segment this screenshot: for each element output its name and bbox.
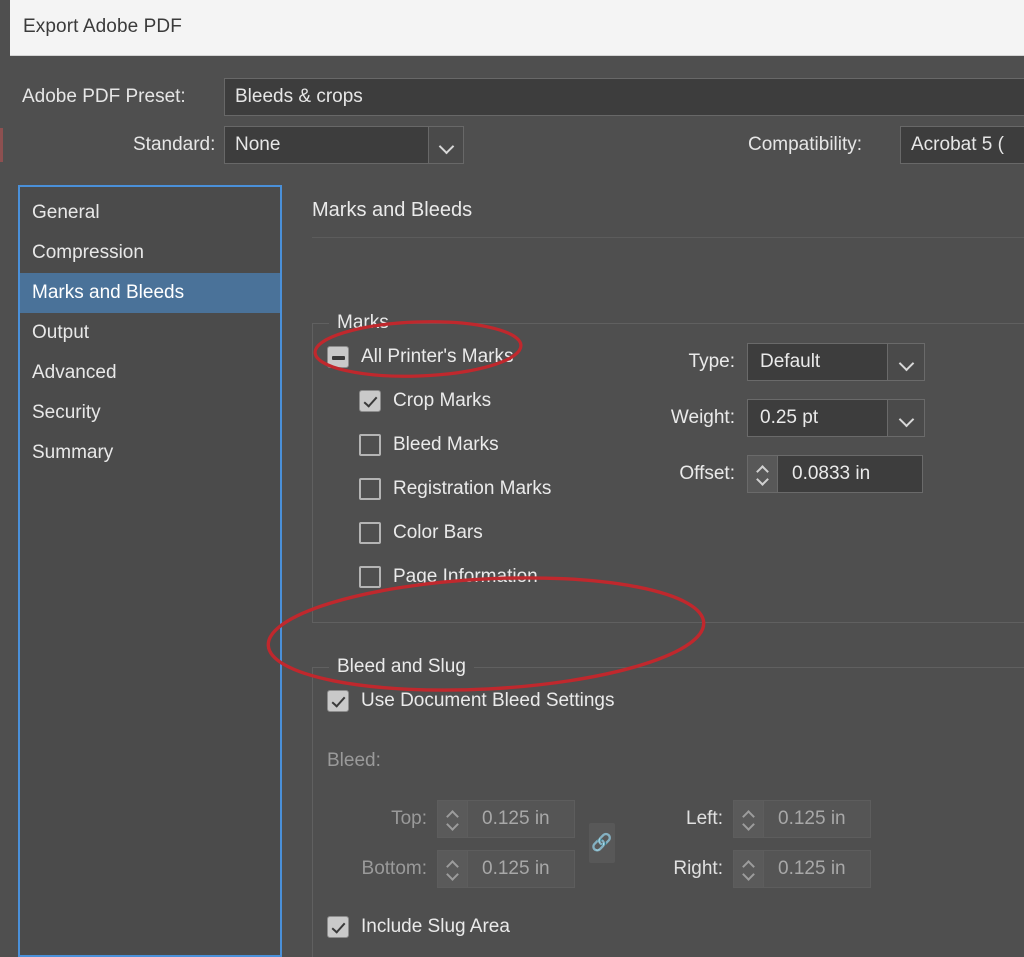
export-adobe-pdf-dialog: Export Adobe PDF Adobe PDF Preset: Bleed… [0, 0, 1024, 957]
stepper-buttons [437, 850, 467, 888]
bleed-top-label: Top: [365, 808, 427, 830]
checkbox-label: Registration Marks [393, 478, 551, 500]
checkbox-page-information[interactable]: Page Information [359, 566, 538, 588]
stepper-down-icon [447, 872, 458, 879]
checkbox-unchecked-icon [359, 566, 381, 588]
standard-label: Standard: [133, 134, 215, 156]
checkbox-label: Page Information [393, 566, 538, 588]
compatibility-label: Compatibility: [748, 134, 862, 156]
bleed-top-value: 0.125 in [467, 800, 575, 838]
chevron-down-icon [900, 358, 913, 366]
sidebar-item-summary[interactable]: Summary [20, 433, 280, 473]
stepper-up-icon[interactable] [757, 465, 768, 472]
marks-group: Marks All Printer's Marks Crop Marks Ble… [312, 323, 1024, 623]
settings-category-list[interactable]: General Compression Marks and Bleeds Out… [18, 185, 282, 957]
checkbox-color-bars[interactable]: Color Bars [359, 522, 483, 544]
checkbox-unchecked-icon [359, 478, 381, 500]
offset-value[interactable]: 0.0833 in [777, 455, 923, 493]
weight-value: 0.25 pt [747, 399, 887, 437]
checkbox-include-slug-area[interactable]: Include Slug Area [327, 916, 510, 938]
sidebar-item-security[interactable]: Security [20, 393, 280, 433]
stepper-buttons[interactable] [747, 455, 777, 493]
bleed-bottom-label: Bottom: [327, 858, 427, 880]
sidebar-item-marks-and-bleeds[interactable]: Marks and Bleeds [20, 273, 280, 313]
bleed-right-label: Right: [643, 858, 723, 880]
dialog-title: Export Adobe PDF [23, 16, 182, 38]
stepper-buttons [733, 850, 763, 888]
weight-label: Weight: [643, 407, 735, 429]
bleed-left-label: Left: [661, 808, 723, 830]
bleed-top-stepper: 0.125 in [437, 800, 575, 838]
bleed-bottom-value: 0.125 in [467, 850, 575, 888]
checkbox-bleed-marks[interactable]: Bleed Marks [359, 434, 499, 456]
checkbox-label: Include Slug Area [361, 916, 510, 938]
checkbox-unchecked-icon [359, 522, 381, 544]
chevron-down-icon [440, 141, 453, 149]
bleed-label: Bleed: [327, 750, 381, 772]
bleed-left-value: 0.125 in [763, 800, 871, 838]
stepper-down-icon [743, 822, 754, 829]
offset-label: Offset: [653, 463, 735, 485]
marks-group-legend: Marks [329, 312, 397, 334]
checkbox-use-document-bleed-settings[interactable]: Use Document Bleed Settings [327, 690, 614, 712]
stepper-buttons [437, 800, 467, 838]
stepper-up-icon [743, 860, 754, 867]
sidebar-item-output[interactable]: Output [20, 313, 280, 353]
weight-dropdown-button[interactable] [887, 399, 925, 437]
stepper-up-icon [743, 810, 754, 817]
checkbox-indeterminate-icon [327, 346, 349, 368]
checkbox-registration-marks[interactable]: Registration Marks [359, 478, 551, 500]
bleed-bottom-stepper: 0.125 in [437, 850, 575, 888]
bleed-and-slug-group: Bleed and Slug Use Document Bleed Settin… [312, 667, 1024, 957]
compatibility-select[interactable]: Acrobat 5 ( [900, 126, 1024, 164]
checkbox-crop-marks[interactable]: Crop Marks [359, 390, 491, 412]
standard-row: Standard: None Compatibility: Acrobat 5 … [10, 126, 1024, 164]
type-select[interactable]: Default [747, 343, 925, 381]
bleed-left-stepper: 0.125 in [733, 800, 871, 838]
page-title: Marks and Bleeds [312, 199, 472, 222]
checkbox-label: Use Document Bleed Settings [361, 690, 614, 712]
checkbox-checked-icon [359, 390, 381, 412]
type-value: Default [747, 343, 887, 381]
checkbox-all-printers-marks[interactable]: All Printer's Marks [327, 346, 513, 368]
chain-link-icon: 🔗 [589, 823, 615, 863]
stepper-up-icon [447, 860, 458, 867]
checkbox-checked-icon [327, 916, 349, 938]
preset-row: Adobe PDF Preset: Bleeds & crops [10, 78, 1024, 116]
chevron-down-icon [900, 414, 913, 422]
annotation-edge-sliver [0, 128, 3, 162]
type-label: Type: [673, 351, 735, 373]
checkbox-label: Color Bars [393, 522, 483, 544]
stepper-down-icon [447, 822, 458, 829]
checkbox-unchecked-icon [359, 434, 381, 456]
sidebar-item-general[interactable]: General [20, 193, 280, 233]
stepper-down-icon [743, 872, 754, 879]
weight-select[interactable]: 0.25 pt [747, 399, 925, 437]
settings-panel: Marks and Bleeds Marks All Printer's Mar… [302, 185, 1024, 957]
stepper-up-icon [447, 810, 458, 817]
offset-stepper[interactable]: 0.0833 in [747, 455, 923, 493]
dialog-body: Adobe PDF Preset: Bleeds & crops Standar… [10, 56, 1024, 957]
bleed-group-legend: Bleed and Slug [329, 656, 474, 678]
panel-divider [312, 237, 1024, 238]
bleed-right-stepper: 0.125 in [733, 850, 871, 888]
stepper-down-icon[interactable] [757, 477, 768, 484]
standard-select[interactable]: None [224, 126, 429, 164]
standard-dropdown-button[interactable] [428, 126, 464, 164]
checkbox-checked-icon [327, 690, 349, 712]
checkbox-label: Bleed Marks [393, 434, 499, 456]
sidebar-item-compression[interactable]: Compression [20, 233, 280, 273]
dialog-titlebar: Export Adobe PDF [10, 0, 1024, 56]
sidebar-item-advanced[interactable]: Advanced [20, 353, 280, 393]
stepper-buttons [733, 800, 763, 838]
type-dropdown-button[interactable] [887, 343, 925, 381]
preset-label: Adobe PDF Preset: [22, 86, 186, 108]
checkbox-label: Crop Marks [393, 390, 491, 412]
bleed-right-value: 0.125 in [763, 850, 871, 888]
preset-field[interactable]: Bleeds & crops [224, 78, 1024, 116]
checkbox-label: All Printer's Marks [361, 346, 513, 368]
